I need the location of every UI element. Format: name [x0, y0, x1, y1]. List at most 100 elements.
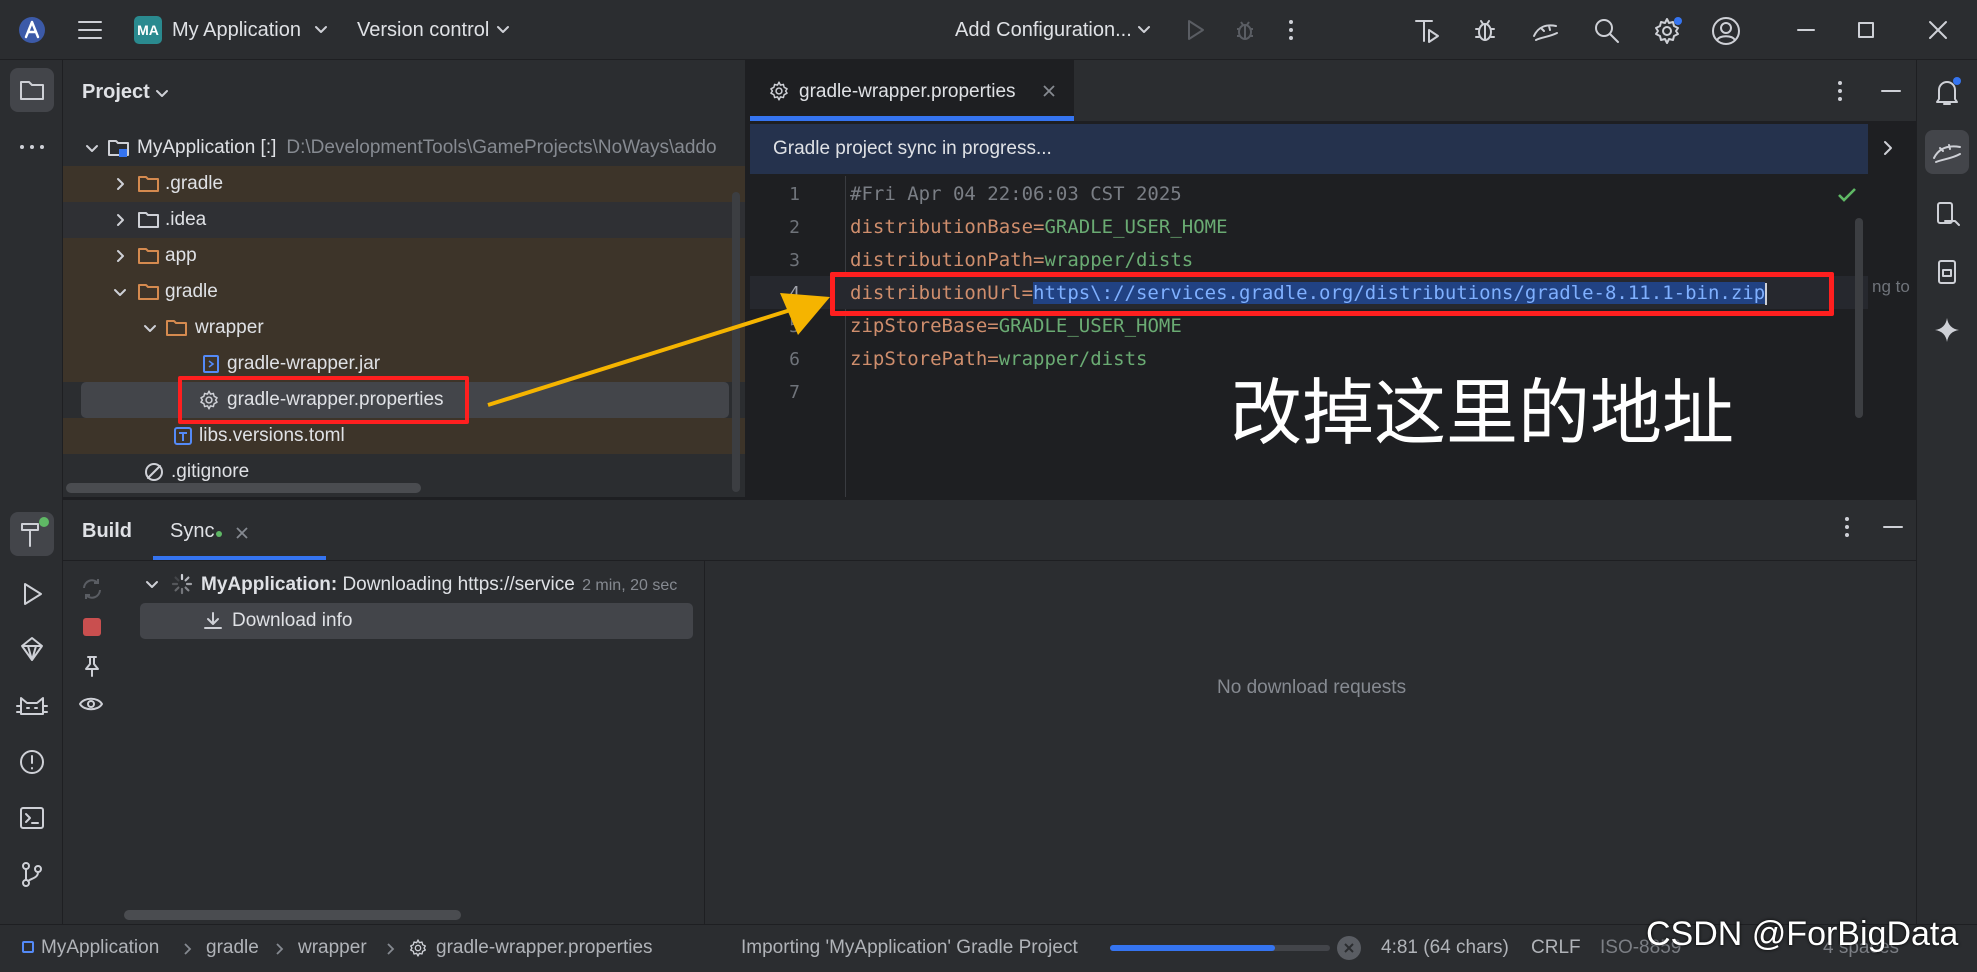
- property-value: wrapper/dists: [998, 348, 1148, 370]
- project-tool-button[interactable]: [10, 68, 54, 112]
- gutter-divider: [845, 176, 846, 497]
- module-folder-icon: [108, 140, 129, 157]
- code-line[interactable]: #Fri Apr 04 22:06:03 CST 2025: [850, 178, 1182, 211]
- gemini-tool-icon[interactable]: [10, 628, 54, 672]
- horizontal-scrollbar[interactable]: [66, 483, 421, 493]
- code-line[interactable]: zipStorePath=wrapper/dists: [850, 343, 1147, 376]
- tree-item-module[interactable]: MyApplication [:] D:\DevelopmentTools\Ga…: [63, 130, 745, 166]
- device-explorer-icon[interactable]: [1927, 194, 1967, 234]
- minimize-panel-icon[interactable]: [1880, 514, 1906, 540]
- breadcrumb-item[interactable]: gradle: [206, 937, 259, 959]
- property-value: GRADLE_USER_HOME: [1044, 216, 1228, 238]
- view-icon[interactable]: [78, 692, 106, 716]
- tree-item-label: .gitignore: [171, 461, 250, 482]
- profiler-icon[interactable]: [1412, 16, 1442, 46]
- vcs-menu[interactable]: Version control: [357, 19, 489, 42]
- tree-item-label: app: [165, 245, 197, 266]
- logcat-icon[interactable]: [10, 684, 54, 728]
- line-number: 3: [789, 250, 800, 271]
- emulator-icon[interactable]: [1927, 252, 1967, 292]
- resync-icon[interactable]: [79, 576, 105, 602]
- problems-icon[interactable]: [10, 740, 54, 784]
- breadcrumb-item[interactable]: gradle-wrapper.properties: [436, 937, 653, 959]
- property-equals: =: [987, 315, 999, 337]
- tree-item-label: .idea: [165, 209, 207, 230]
- editor-scrollbar[interactable]: [1855, 218, 1863, 418]
- active-tab-indicator: [750, 116, 1074, 121]
- close-tab-icon[interactable]: [1042, 84, 1056, 98]
- search-icon[interactable]: [1592, 16, 1622, 46]
- sync-task-row[interactable]: MyApplication: Downloading https://servi…: [201, 574, 677, 596]
- run-icon[interactable]: [1182, 17, 1208, 43]
- caret-position[interactable]: 4:81 (64 chars): [1381, 937, 1509, 959]
- terminal-icon[interactable]: [10, 796, 54, 840]
- android-studio-logo[interactable]: [18, 16, 46, 44]
- editor-options-icon[interactable]: [1834, 78, 1846, 104]
- more-actions-icon[interactable]: [1285, 17, 1297, 43]
- breadcrumb-item[interactable]: wrapper: [298, 937, 367, 959]
- chevron-down-icon: [314, 22, 328, 36]
- no-problems-check-icon: [1836, 184, 1858, 206]
- breadcrumb-item[interactable]: MyApplication: [41, 937, 159, 959]
- close-tab-icon[interactable]: [235, 526, 249, 540]
- tree-item-folder[interactable]: app: [63, 238, 745, 274]
- download-info-label: Download info: [232, 610, 353, 631]
- debug-icon[interactable]: [1232, 17, 1258, 43]
- horizontal-scrollbar[interactable]: [124, 910, 461, 920]
- chevron-right-icon: [117, 250, 124, 262]
- close-window-icon[interactable]: [1924, 16, 1952, 44]
- sync-tab[interactable]: Sync: [170, 520, 223, 543]
- run-config-label: Add Configuration...: [955, 19, 1132, 41]
- main-menu-icon[interactable]: [76, 16, 104, 44]
- tree-item-label: .gradle: [165, 173, 224, 194]
- project-switcher[interactable]: My Application: [172, 19, 301, 42]
- chevron-down-icon: [114, 289, 126, 296]
- task-time: 2 min, 20 sec: [582, 577, 678, 594]
- run-tool-icon[interactable]: [10, 572, 54, 616]
- loading-spinner-icon: [171, 573, 193, 595]
- chevron-down-icon[interactable]: [145, 577, 159, 591]
- minimize-window-icon[interactable]: [1792, 16, 1820, 44]
- settings-icon[interactable]: [1652, 16, 1682, 46]
- chevron-down-icon: [155, 86, 169, 100]
- build-tool-button[interactable]: [10, 512, 54, 556]
- line-separator[interactable]: CRLF: [1531, 937, 1581, 959]
- editor-tab-bar: gradle-wrapper.properties: [748, 60, 1916, 122]
- code-line[interactable]: distributionBase=GRADLE_USER_HOME: [850, 211, 1228, 244]
- line-number: 1: [789, 184, 800, 205]
- build-options-icon[interactable]: [1841, 514, 1853, 540]
- editor-tab-label: gradle-wrapper.properties: [799, 81, 1016, 102]
- chevron-down-icon: [86, 145, 98, 152]
- stop-icon[interactable]: [83, 618, 101, 636]
- property-equals: =: [1033, 249, 1045, 271]
- property-equals: =: [1033, 216, 1045, 238]
- chevron-right-icon: [387, 943, 395, 955]
- chevron-right-icon[interactable]: [1880, 138, 1896, 158]
- task-title: MyApplication:: [201, 574, 338, 595]
- maximize-window-icon[interactable]: [1852, 16, 1880, 44]
- pin-icon[interactable]: [81, 654, 103, 678]
- device-manager-icon[interactable]: [1531, 16, 1561, 46]
- git-icon[interactable]: [10, 852, 54, 896]
- cancel-task-button[interactable]: [1337, 936, 1361, 960]
- app-inspection-icon[interactable]: [1471, 16, 1501, 46]
- gemini-sparkle-icon[interactable]: [1927, 310, 1967, 350]
- editor-tab[interactable]: gradle-wrapper.properties: [748, 60, 1074, 122]
- sync-banner-text: Gradle project sync in progress...: [773, 138, 1052, 159]
- background-task-label[interactable]: Importing 'MyApplication' Gradle Project: [741, 937, 1078, 959]
- project-panel-title[interactable]: Project: [82, 81, 150, 104]
- more-tools-icon[interactable]: [10, 132, 54, 162]
- notifications-icon[interactable]: [1927, 72, 1967, 112]
- run-config-selector[interactable]: Add Configuration...: [955, 19, 1132, 42]
- tree-item-folder[interactable]: .idea: [63, 202, 745, 238]
- tree-item-folder[interactable]: .gradle: [63, 166, 745, 202]
- empty-state-text: No download requests: [1217, 677, 1407, 698]
- account-icon[interactable]: [1711, 16, 1741, 46]
- toml-icon: [174, 427, 192, 445]
- build-tab[interactable]: Build: [82, 520, 132, 543]
- download-info-row[interactable]: Download info: [140, 603, 693, 639]
- minimize-panel-icon[interactable]: [1878, 78, 1904, 104]
- right-tool-strip: [1916, 60, 1977, 924]
- running-devices-button[interactable]: [1925, 130, 1969, 174]
- vcs-label: Version control: [357, 19, 490, 41]
